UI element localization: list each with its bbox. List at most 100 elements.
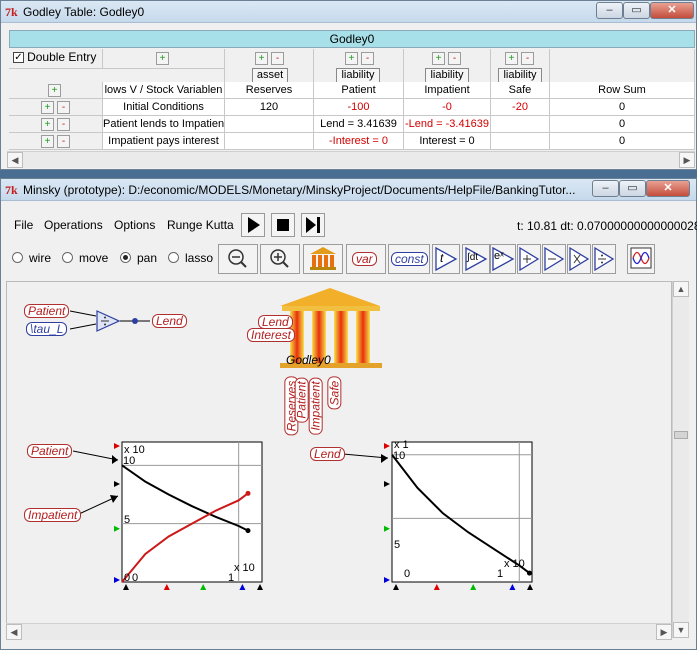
radio-pan[interactable] (120, 252, 131, 263)
row3-remove-button[interactable]: - (57, 135, 70, 148)
col2-name-cell[interactable]: Patient (314, 82, 404, 99)
scroll-left-arrow[interactable]: ◀ (7, 152, 23, 168)
scroll-up-arrow[interactable]: ▲ (673, 281, 689, 297)
step-button[interactable] (301, 213, 325, 237)
maximize-button[interactable]: ▭ (619, 180, 646, 197)
run-button[interactable] (241, 213, 265, 237)
close-button[interactable]: ✕ (650, 2, 694, 19)
col1-name-cell[interactable]: Reserves (225, 82, 314, 99)
col1-add-button[interactable]: + (255, 52, 268, 65)
minsky-titlebar[interactable]: 7k Minsky (prototype): D:/economic/MODEL… (1, 179, 696, 201)
row3-add-button[interactable]: + (41, 135, 54, 148)
godley-titlebar[interactable]: 7k Godley Table: Godley0 – ▭ ✕ (1, 1, 696, 23)
scroll-down-arrow[interactable]: ▼ (673, 622, 689, 638)
row1-label[interactable]: Initial Conditions (103, 99, 225, 116)
variable-patient[interactable]: Patient (24, 304, 70, 318)
col1-remove-button[interactable]: - (271, 52, 284, 65)
row1-cell-patient[interactable]: -100 (314, 99, 404, 116)
col2-remove-button[interactable]: - (361, 52, 374, 65)
row2-label[interactable]: Patient lends to Impatient (103, 116, 225, 133)
godley-output-patient[interactable]: Patient (294, 377, 309, 423)
plot1-input-patient[interactable]: Patient (27, 444, 73, 458)
plot2-input-lend[interactable]: Lend (310, 447, 345, 461)
row2-add-button[interactable]: + (41, 118, 54, 131)
col4-type-select[interactable]: liability (498, 68, 542, 83)
add-row-button[interactable]: + (48, 84, 61, 97)
godley-output-safe[interactable]: Safe (327, 376, 342, 410)
flows-header-cell[interactable]: lows V / Stock Variablen (103, 82, 225, 99)
row2-cell-impatient[interactable]: -Lend = -3.41639 (404, 116, 491, 133)
col2-add-button[interactable]: + (345, 52, 358, 65)
scroll-thumb[interactable] (674, 431, 688, 439)
row1-remove-button[interactable]: - (57, 101, 70, 114)
minimize-button[interactable]: – (592, 180, 619, 197)
col4-add-button[interactable]: + (505, 52, 518, 65)
godley-horizontal-scrollbar[interactable]: ◀ ▶ (7, 151, 695, 168)
subtract-tool-button[interactable] (542, 244, 566, 274)
const-tool-button[interactable]: const (388, 244, 430, 274)
stop-button[interactable] (271, 213, 295, 237)
row3-cell-reserves[interactable] (225, 133, 314, 150)
divide-tool-button[interactable] (592, 244, 616, 274)
plot2-bottom-port-3 (509, 584, 516, 590)
row2-remove-button[interactable]: - (57, 118, 70, 131)
radio-wire[interactable] (12, 252, 23, 263)
menu-runge-kutta[interactable]: Runge Kutta (167, 218, 234, 232)
canvas-vertical-scrollbar[interactable]: ▲ ▼ (672, 281, 689, 638)
scroll-right-arrow[interactable]: ▶ (679, 152, 695, 168)
time-icon (435, 246, 458, 272)
row3-cell-safe[interactable] (491, 133, 550, 150)
col3-type-select[interactable]: liability (425, 68, 469, 83)
maximize-button[interactable]: ▭ (623, 2, 650, 19)
col2-type-select[interactable]: liability (336, 68, 380, 83)
zoom-in-button[interactable] (260, 244, 300, 274)
row2-cell-safe[interactable] (491, 116, 550, 133)
row3-label[interactable]: Impatient pays interest (103, 133, 225, 150)
godley-input-interest[interactable]: Interest (247, 328, 296, 342)
divide-operator[interactable] (96, 310, 121, 332)
plot1-input-impatient[interactable]: Impatient (24, 508, 82, 522)
scroll-right-arrow[interactable]: ▶ (656, 624, 672, 640)
row1-row-sum: 0 (550, 99, 695, 116)
menu-file[interactable]: File (14, 218, 33, 232)
menu-options[interactable]: Options (114, 218, 155, 232)
canvas-horizontal-scrollbar[interactable]: ◀ ▶ (6, 623, 672, 640)
constant-tau-l[interactable]: \tau_L (26, 322, 68, 336)
col3-add-button[interactable]: + (432, 52, 445, 65)
col3-remove-button[interactable]: - (448, 52, 461, 65)
col4-remove-button[interactable]: - (521, 52, 534, 65)
plot1-ytick-zero: 0 (124, 572, 131, 584)
row1-cell-safe[interactable]: -20 (491, 99, 550, 116)
row1-add-button[interactable]: + (41, 101, 54, 114)
double-entry-checkbox[interactable]: ✓ (13, 51, 24, 63)
multiply-tool-button[interactable] (567, 244, 591, 274)
row1-cell-impatient[interactable]: -0 (404, 99, 491, 116)
row2-cell-reserves[interactable] (225, 116, 314, 133)
integral-tool-button[interactable]: ∫dt (462, 244, 490, 274)
add-tool-button[interactable] (517, 244, 541, 274)
time-tool-button[interactable]: t (432, 244, 460, 274)
menu-operations[interactable]: Operations (44, 218, 103, 232)
row3-cell-impatient[interactable]: Interest = 0 (404, 133, 491, 150)
exp-tool-button[interactable]: eˣ (490, 244, 516, 274)
radio-move[interactable] (62, 252, 73, 263)
variable-lend[interactable]: Lend (152, 314, 187, 328)
zoom-out-button[interactable] (218, 244, 258, 274)
radio-lasso[interactable] (168, 252, 179, 263)
godley-output-impatient[interactable]: Impatient (308, 377, 323, 435)
row1-cell-reserves[interactable]: 120 (225, 99, 314, 116)
godley-table-button[interactable] (303, 244, 343, 274)
plot-tool-button[interactable] (627, 244, 655, 274)
add-column-button[interactable]: + (156, 52, 169, 65)
minimize-button[interactable]: – (596, 2, 623, 19)
row3-cell-patient[interactable]: -Interest = 0 (314, 133, 404, 150)
scroll-left-arrow[interactable]: ◀ (6, 624, 22, 640)
row2-cell-patient[interactable]: Lend = 3.41639 (314, 116, 404, 133)
col1-type-select[interactable]: asset (252, 68, 288, 83)
var-tool-button[interactable]: var (346, 244, 386, 274)
close-button[interactable]: ✕ (646, 180, 690, 197)
plot1-endpoint-impatient (245, 490, 251, 496)
col3-name-cell[interactable]: Impatient (404, 82, 491, 99)
col4-name-cell[interactable]: Safe (491, 82, 550, 99)
godley-input-lend[interactable]: Lend (258, 315, 293, 329)
